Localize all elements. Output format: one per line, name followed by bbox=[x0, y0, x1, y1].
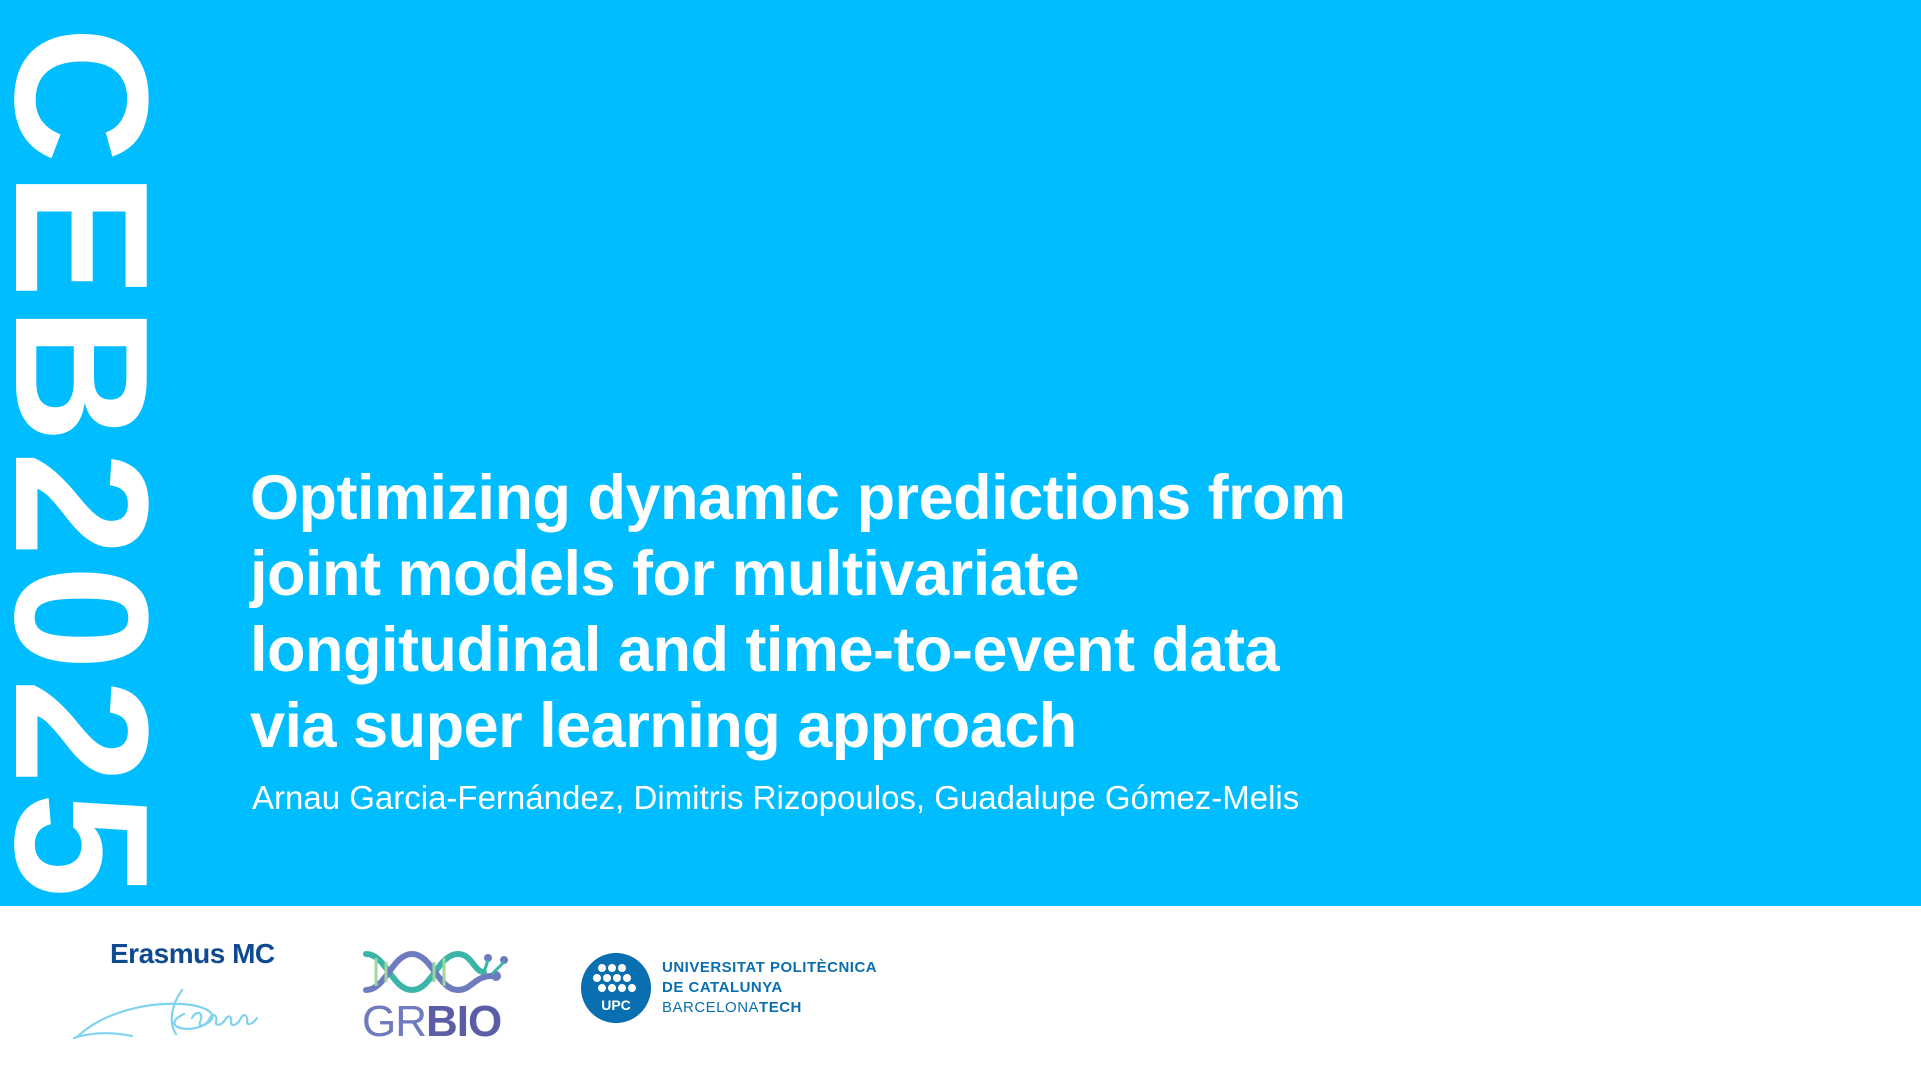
dna-helix-icon bbox=[363, 950, 508, 994]
author-list: Arnau Garcia-Fernández, Dimitris Rizopou… bbox=[252, 779, 1300, 816]
erasmus-signature-icon bbox=[72, 988, 259, 1040]
title-line: longitudinal and time-to-event data bbox=[250, 615, 1280, 685]
upc-name-line1: UNIVERSITAT POLITÈCNICA bbox=[662, 959, 878, 976]
title-line: via super learning approach bbox=[250, 691, 1077, 761]
upc-seal-icon: UPC bbox=[581, 953, 651, 1023]
upc-logo: UPC UNIVERSITAT POLITÈCNICA DE CATALUNYA… bbox=[580, 952, 920, 1023]
title-line: Optimizing dynamic predictions from bbox=[250, 463, 1346, 533]
presentation-title: Optimizing dynamic predictions from join… bbox=[250, 460, 1430, 764]
grbio-wordmark: GRBIO bbox=[362, 997, 502, 1046]
grbio-logo: GRBIO bbox=[362, 946, 512, 1046]
grbio-bio: BIO bbox=[426, 997, 502, 1046]
upc-seal-text: UPC bbox=[601, 997, 631, 1013]
erasmus-mc-logo: Erasmus MC bbox=[72, 938, 332, 1048]
slide: CEB2025 Optimizing dynamic predictions f… bbox=[0, 0, 1921, 1081]
upc-name-line2: DE CATALUNYA bbox=[662, 979, 783, 996]
grbio-gr: GR bbox=[362, 997, 427, 1046]
upc-name-line3: BARCELONATECH bbox=[662, 998, 877, 1018]
erasmus-mc-wordmark: Erasmus MC bbox=[110, 938, 275, 969]
upc-wordmark: UNIVERSITAT POLITÈCNICA DE CATALUNYA BAR… bbox=[662, 958, 877, 1018]
upc-barcelona: BARCELONA bbox=[662, 999, 760, 1016]
conference-brand: CEB2025 bbox=[0, 26, 187, 906]
upc-tech: TECH bbox=[759, 999, 802, 1016]
title-line: joint models for multivariate bbox=[250, 539, 1080, 609]
title-panel: CEB2025 Optimizing dynamic predictions f… bbox=[0, 0, 1921, 906]
